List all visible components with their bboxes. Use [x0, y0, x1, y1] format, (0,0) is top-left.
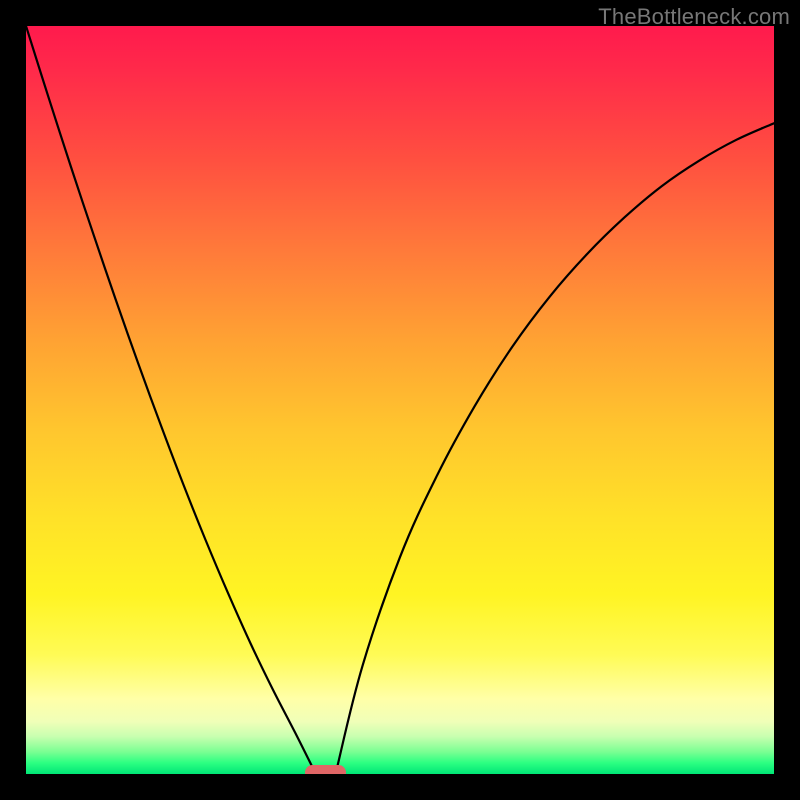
- chart-frame: TheBottleneck.com: [0, 0, 800, 800]
- watermark-label: TheBottleneck.com: [598, 4, 790, 30]
- bottleneck-curve: [26, 26, 774, 774]
- optimal-marker: [305, 765, 346, 775]
- plot-area: [26, 26, 774, 774]
